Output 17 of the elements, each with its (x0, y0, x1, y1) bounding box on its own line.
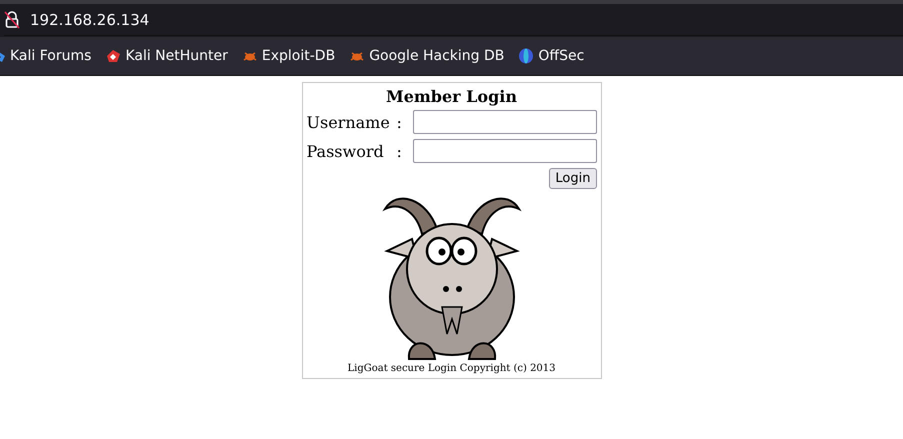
bookmark-link[interactable]: OffSec (518, 48, 584, 64)
copyright-text: LigGoat secure Login Copyright (c) 2013 (346, 363, 557, 374)
url-text: 192.168.26.134 (30, 11, 150, 29)
input-field[interactable] (412, 110, 596, 134)
offsec-logo-icon (518, 48, 534, 64)
bookmark-link[interactable]: Exploit-DB (242, 48, 336, 64)
field-label: Password (306, 142, 385, 160)
input-field[interactable] (412, 139, 596, 163)
login-title: Member Login (384, 87, 518, 106)
colon-text: : (396, 142, 403, 160)
login-button[interactable]: Login (549, 168, 596, 189)
colon-text: : (396, 112, 403, 132)
bookmark-link[interactable]: Kali NetHunter (105, 48, 228, 64)
insecure-lock-icon (4, 11, 20, 29)
bookmark-link[interactable]: Kali Forums (0, 48, 92, 64)
bookmark-link[interactable]: Google Hacking DB (349, 48, 504, 64)
field-label: Username (306, 112, 391, 132)
